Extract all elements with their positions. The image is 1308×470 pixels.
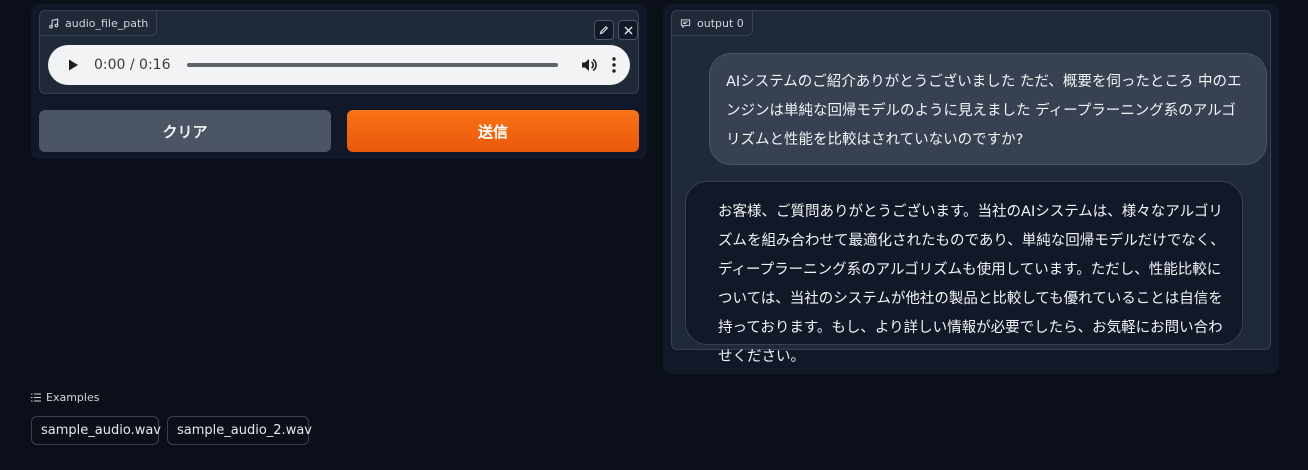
audio-input-label-text: audio_file_path <box>65 16 149 30</box>
example-item[interactable]: sample_audio_2.wav <box>167 416 312 445</box>
output-label: output 0 <box>671 10 753 36</box>
play-icon[interactable] <box>66 58 80 72</box>
submit-button[interactable]: 送信 <box>347 110 639 152</box>
user-message: AIシステムのご紹介ありがとうございました ただ、概要を伺ったところ 中のエンジ… <box>709 53 1267 165</box>
audio-time: 0:00 / 0:16 <box>94 57 171 73</box>
music-note-icon <box>49 18 59 29</box>
list-icon <box>31 393 41 402</box>
bot-message: お客様、ご質問ありがとうございます。当社のAIシステムは、様々なアルゴリズムを組… <box>685 181 1243 365</box>
example-item[interactable]: sample_audio.wav <box>31 416 161 445</box>
output-label-text: output 0 <box>697 16 744 30</box>
more-options-icon[interactable] <box>612 57 616 73</box>
close-icon <box>624 26 632 34</box>
input-panel: audio_file_path 0:00 / 0:16 クリア 送信 <box>31 4 647 159</box>
chatbot: output 0 AIシステムのご紹介ありがとうございました ただ、概要を伺った… <box>671 10 1271 365</box>
examples-header: Examples <box>31 391 99 404</box>
chat-icon <box>680 18 691 28</box>
audio-input-block: audio_file_path 0:00 / 0:16 <box>39 10 639 94</box>
examples-label-text: Examples <box>46 391 100 404</box>
edit-button[interactable] <box>594 20 614 40</box>
close-button[interactable] <box>618 20 638 40</box>
audio-progress-bar[interactable] <box>186 63 558 67</box>
volume-icon[interactable] <box>580 56 598 74</box>
output-panel: output 0 AIシステムのご紹介ありがとうございました ただ、概要を伺った… <box>663 4 1279 374</box>
audio-player[interactable]: 0:00 / 0:16 <box>48 45 630 85</box>
audio-input-label: audio_file_path <box>39 10 158 36</box>
clear-button[interactable]: クリア <box>39 110 331 152</box>
pencil-icon <box>599 25 609 35</box>
